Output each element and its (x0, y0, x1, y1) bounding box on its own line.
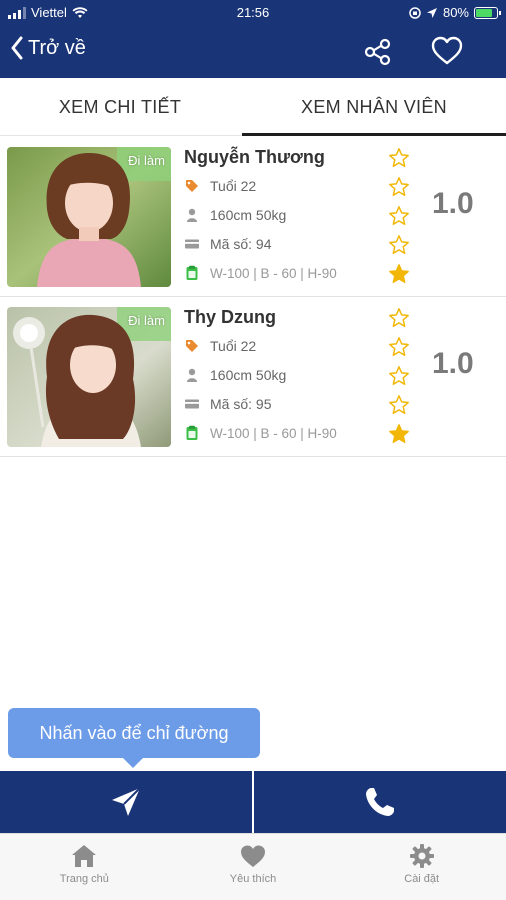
heart-outline-icon[interactable] (430, 34, 464, 68)
tab-home-label: Trang chủ (59, 873, 109, 885)
location-icon (426, 7, 437, 18)
back-button[interactable]: Trở về (10, 36, 86, 60)
chevron-left-icon (11, 36, 23, 60)
status-bar: Viettel 21:56 80% (0, 0, 506, 26)
home-icon (72, 845, 97, 867)
star-empty-icon (389, 206, 409, 225)
top-bar: Viettel 21:56 80% Trở về (0, 0, 506, 78)
code-text: Mã số: 95 (210, 396, 272, 412)
star-empty-icon (389, 148, 409, 167)
measure-text: W-100 | B - 60 | H-90 (210, 425, 337, 441)
body-row: 160cm 50kg (184, 367, 286, 383)
share-icon[interactable] (362, 36, 394, 68)
star-filled-icon (389, 264, 409, 283)
staff-card[interactable]: Đi làm Thy Dzung Tuổi 22 160cm 50kg Mã s… (0, 297, 506, 457)
star-empty-icon (389, 308, 409, 327)
star-rating (388, 147, 410, 285)
card-icon (184, 396, 200, 412)
staff-name: Thy Dzung (184, 307, 276, 327)
card-icon (184, 236, 200, 252)
status-badge: Đi làm (128, 313, 165, 328)
measure-row: W-100 | B - 60 | H-90 (184, 425, 337, 441)
star-empty-icon (389, 395, 409, 414)
navigation-arrow-icon (112, 787, 141, 816)
staff-photo-image (7, 147, 171, 287)
tag-icon (184, 338, 200, 354)
tab-favorites-label: Yêu thích (229, 873, 277, 885)
staff-photo: Đi làm (7, 307, 171, 447)
code-text: Mã số: 94 (210, 236, 272, 252)
tab-bar-top: XEM CHI TIẾT XEM NHÂN VIÊN (0, 78, 506, 136)
orientation-lock-icon (409, 6, 421, 19)
tab-details[interactable]: XEM CHI TIẾT (0, 78, 240, 136)
tab-staff[interactable]: XEM NHÂN VIÊN (242, 78, 506, 136)
body-text: 160cm 50kg (210, 207, 287, 223)
bottom-tab-bar: Trang chủ Yêu thích Cài đặt (0, 833, 506, 900)
status-right: 80% (409, 5, 501, 20)
measure-row: W-100 | B - 60 | H-90 (184, 265, 337, 281)
person-icon (184, 367, 200, 383)
star-empty-icon (389, 366, 409, 385)
age-row: Tuổi 22 (184, 178, 256, 194)
age-text: Tuổi 22 (210, 338, 257, 354)
rating-value: 1.0 (432, 187, 474, 220)
active-tab-indicator (242, 133, 506, 136)
star-rating (388, 307, 410, 445)
action-bar (0, 771, 506, 833)
tab-home[interactable]: Trang chủ (0, 834, 169, 900)
staff-name: Nguyễn Thương (184, 147, 325, 167)
phone-icon (366, 788, 394, 816)
star-empty-icon (389, 177, 409, 196)
call-button[interactable] (254, 771, 506, 833)
staff-photo-image (7, 307, 171, 447)
body-text: 160cm 50kg (210, 367, 287, 383)
code-row: Mã số: 95 (184, 396, 271, 412)
star-empty-icon (389, 337, 409, 356)
staff-card[interactable]: Đi làm Nguyễn Thương Tuổi 22 160cm 50kg … (0, 137, 506, 297)
status-badge: Đi làm (128, 153, 165, 168)
tag-icon (184, 178, 200, 194)
age-text: Tuổi 22 (210, 178, 257, 194)
tab-settings[interactable]: Cài đặt (337, 834, 506, 900)
star-empty-icon (389, 235, 409, 254)
tab-favorites[interactable]: Yêu thích (169, 834, 338, 900)
tab-settings-label: Cài đặt (404, 873, 440, 885)
gear-icon (409, 844, 434, 868)
back-label: Trở về (28, 36, 86, 59)
battery-percent: 80% (442, 5, 469, 20)
clipboard-icon (184, 265, 200, 281)
staff-photo: Đi làm (7, 147, 171, 287)
age-row: Tuổi 22 (184, 338, 256, 354)
directions-tooltip: Nhấn vào để chỉ đường (8, 708, 260, 768)
star-filled-icon (389, 424, 409, 443)
screen: Viettel 21:56 80% Trở về XEM CHI TIẾT XE… (0, 0, 506, 900)
code-row: Mã số: 94 (184, 236, 271, 252)
measure-text: W-100 | B - 60 | H-90 (210, 265, 337, 281)
person-icon (184, 207, 200, 223)
body-row: 160cm 50kg (184, 207, 286, 223)
nav-bar: Trở về (0, 26, 506, 78)
rating-value: 1.0 (432, 347, 474, 380)
directions-button[interactable] (0, 771, 252, 833)
heart-icon (241, 845, 265, 867)
battery-icon (474, 6, 501, 19)
clipboard-icon (184, 425, 200, 441)
